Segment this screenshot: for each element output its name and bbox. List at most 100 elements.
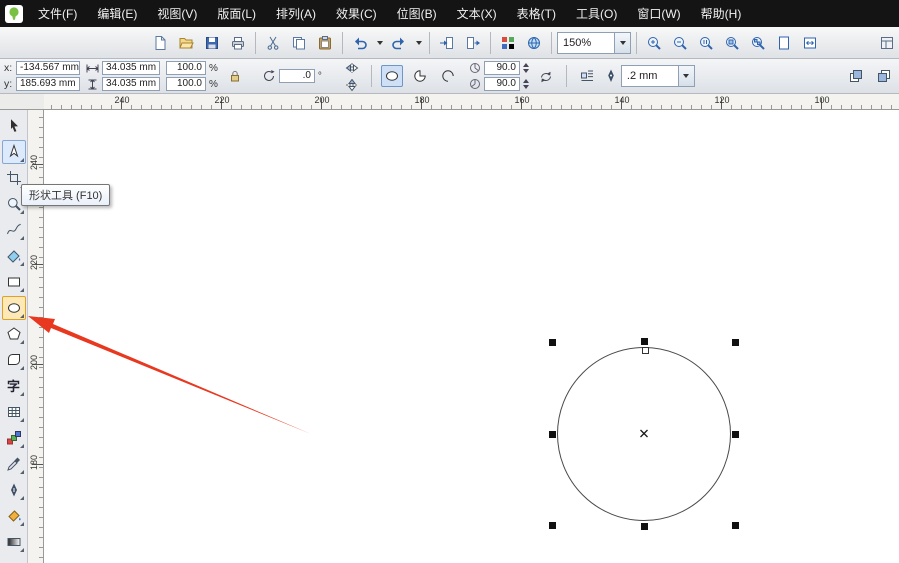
object-height-field[interactable]: 34.035 mm xyxy=(102,77,160,91)
caret-down-icon xyxy=(376,40,383,45)
undo-dropdown-button[interactable] xyxy=(374,31,385,55)
tool-eyedropper[interactable] xyxy=(2,452,26,476)
tool-outline-pen[interactable] xyxy=(2,478,26,502)
object-width-field[interactable]: 34.035 mm xyxy=(102,61,160,75)
eyedropper-tool-icon xyxy=(6,457,20,471)
horizontal-ruler[interactable]: 240 220 200 180 160 140 120 100 xyxy=(44,94,899,110)
selection-handle-bottom-right[interactable] xyxy=(732,522,739,529)
start-angle-spinner[interactable] xyxy=(522,63,529,73)
zoom-level-dropdown-button[interactable] xyxy=(614,32,630,53)
tool-basic-shapes[interactable] xyxy=(2,348,26,372)
menu-bitmaps[interactable]: 位图(B) xyxy=(387,0,447,27)
paste-button[interactable] xyxy=(313,31,337,55)
y-position-field[interactable]: 185.693 mm xyxy=(16,77,80,91)
to-back-button[interactable] xyxy=(873,65,895,87)
menu-layout[interactable]: 版面(L) xyxy=(207,0,266,27)
import-button[interactable] xyxy=(435,31,459,55)
selection-handle-top-middle[interactable] xyxy=(640,338,648,345)
menu-text[interactable]: 文本(X) xyxy=(447,0,507,27)
redo-button[interactable] xyxy=(387,31,411,55)
ellipse-node[interactable] xyxy=(641,347,649,354)
table-tool-icon xyxy=(7,407,20,417)
undo-button[interactable] xyxy=(348,31,372,55)
zoom-all-objects-icon xyxy=(752,36,765,50)
print-button[interactable] xyxy=(226,31,250,55)
tool-shape[interactable] xyxy=(1,140,26,164)
menu-effects[interactable]: 效果(C) xyxy=(326,0,387,27)
selection-handle-top-left[interactable] xyxy=(549,339,556,346)
tool-polygon[interactable] xyxy=(2,322,26,346)
open-button[interactable] xyxy=(174,31,198,55)
zoom-tool-icon xyxy=(7,198,21,211)
copy-button[interactable] xyxy=(287,31,311,55)
toolbar-separator xyxy=(636,31,637,54)
scale-h-field[interactable]: 100.0 xyxy=(166,61,206,75)
pie-mode-button[interactable] xyxy=(409,65,431,87)
menu-arrange[interactable]: 排列(A) xyxy=(266,0,326,27)
selection-handle-bottom-left[interactable] xyxy=(549,522,556,529)
vruler-label: 180 xyxy=(29,454,39,470)
redo-dropdown-button[interactable] xyxy=(413,31,424,55)
tool-rectangle[interactable] xyxy=(2,270,26,294)
zoom-to-selected-button[interactable] xyxy=(720,31,744,55)
tool-blend[interactable] xyxy=(2,426,26,450)
ruler-corner[interactable] xyxy=(0,94,44,110)
menu-table[interactable]: 表格(T) xyxy=(507,0,566,27)
menu-tools[interactable]: 工具(O) xyxy=(566,0,627,27)
menu-help[interactable]: 帮助(H) xyxy=(691,0,752,27)
tool-smart-fill[interactable] xyxy=(2,244,26,268)
tool-pick[interactable] xyxy=(2,114,26,138)
zoom-level-combo[interactable]: 150% xyxy=(557,31,631,54)
menu-edit[interactable]: 编辑(E) xyxy=(87,0,147,27)
x-position-field[interactable]: -134.567 mm xyxy=(16,61,80,75)
menu-view[interactable]: 视图(V) xyxy=(147,0,207,27)
hruler-label: 180 xyxy=(414,95,430,105)
selection-handle-middle-right[interactable] xyxy=(732,430,739,438)
start-angle-field[interactable]: 90.0 xyxy=(483,61,520,75)
outline-width-dropdown-button[interactable] xyxy=(677,66,694,86)
new-button[interactable] xyxy=(148,31,172,55)
zoom-actual-size-button[interactable] xyxy=(694,31,718,55)
change-direction-button[interactable] xyxy=(535,65,557,87)
scale-v-field[interactable]: 100.0 xyxy=(166,77,206,91)
save-button[interactable] xyxy=(200,31,224,55)
menu-file[interactable]: 文件(F) xyxy=(28,0,87,27)
tool-ellipse[interactable] xyxy=(1,296,26,320)
selection-handle-middle-left[interactable] xyxy=(549,430,556,438)
zoom-in-button[interactable] xyxy=(642,31,666,55)
cut-button[interactable] xyxy=(261,31,285,55)
menu-window[interactable]: 窗口(W) xyxy=(627,0,690,27)
wrap-paragraph-text-button[interactable] xyxy=(576,65,598,87)
arc-mode-button[interactable] xyxy=(437,65,459,87)
mirror-vertical-button[interactable] xyxy=(342,77,362,92)
rotation-angle-field[interactable]: .0 xyxy=(278,69,315,83)
mirror-horizontal-button[interactable] xyxy=(342,60,362,75)
end-angle-field[interactable]: 90.0 xyxy=(483,77,520,91)
tool-interactive-fill[interactable] xyxy=(2,530,26,554)
tool-fill[interactable] xyxy=(2,504,26,528)
vertical-ruler[interactable]: 240 220 200 180 xyxy=(28,110,44,563)
canvas[interactable] xyxy=(44,110,899,563)
zoom-out-button[interactable] xyxy=(668,31,692,55)
toolbar-options-button[interactable] xyxy=(875,31,899,55)
outline-width-combo[interactable]: .2 mm xyxy=(620,65,695,87)
selection-center-marker[interactable] xyxy=(640,427,649,441)
export-button[interactable] xyxy=(461,31,485,55)
tool-text[interactable]: 字 xyxy=(2,374,26,398)
zoom-to-all-button[interactable] xyxy=(746,31,770,55)
end-angle-spinner[interactable] xyxy=(522,79,529,89)
zoom-to-page-width-button[interactable] xyxy=(798,31,822,55)
tool-freehand[interactable] xyxy=(2,218,26,242)
lock-ratio-button[interactable] xyxy=(224,65,246,87)
tool-table[interactable] xyxy=(2,400,26,424)
application-launcher-button[interactable] xyxy=(496,31,520,55)
to-front-button[interactable] xyxy=(845,65,867,87)
zoom-to-page-button[interactable] xyxy=(772,31,796,55)
app-icon[interactable] xyxy=(0,0,28,27)
ellipse-mode-button[interactable] xyxy=(380,65,403,87)
welcome-screen-button[interactable] xyxy=(522,31,546,55)
selection-handle-top-right[interactable] xyxy=(732,339,739,346)
start-angle-icon xyxy=(469,63,480,73)
selection-handle-bottom-middle[interactable] xyxy=(640,523,648,530)
percent-label: % xyxy=(209,78,218,90)
